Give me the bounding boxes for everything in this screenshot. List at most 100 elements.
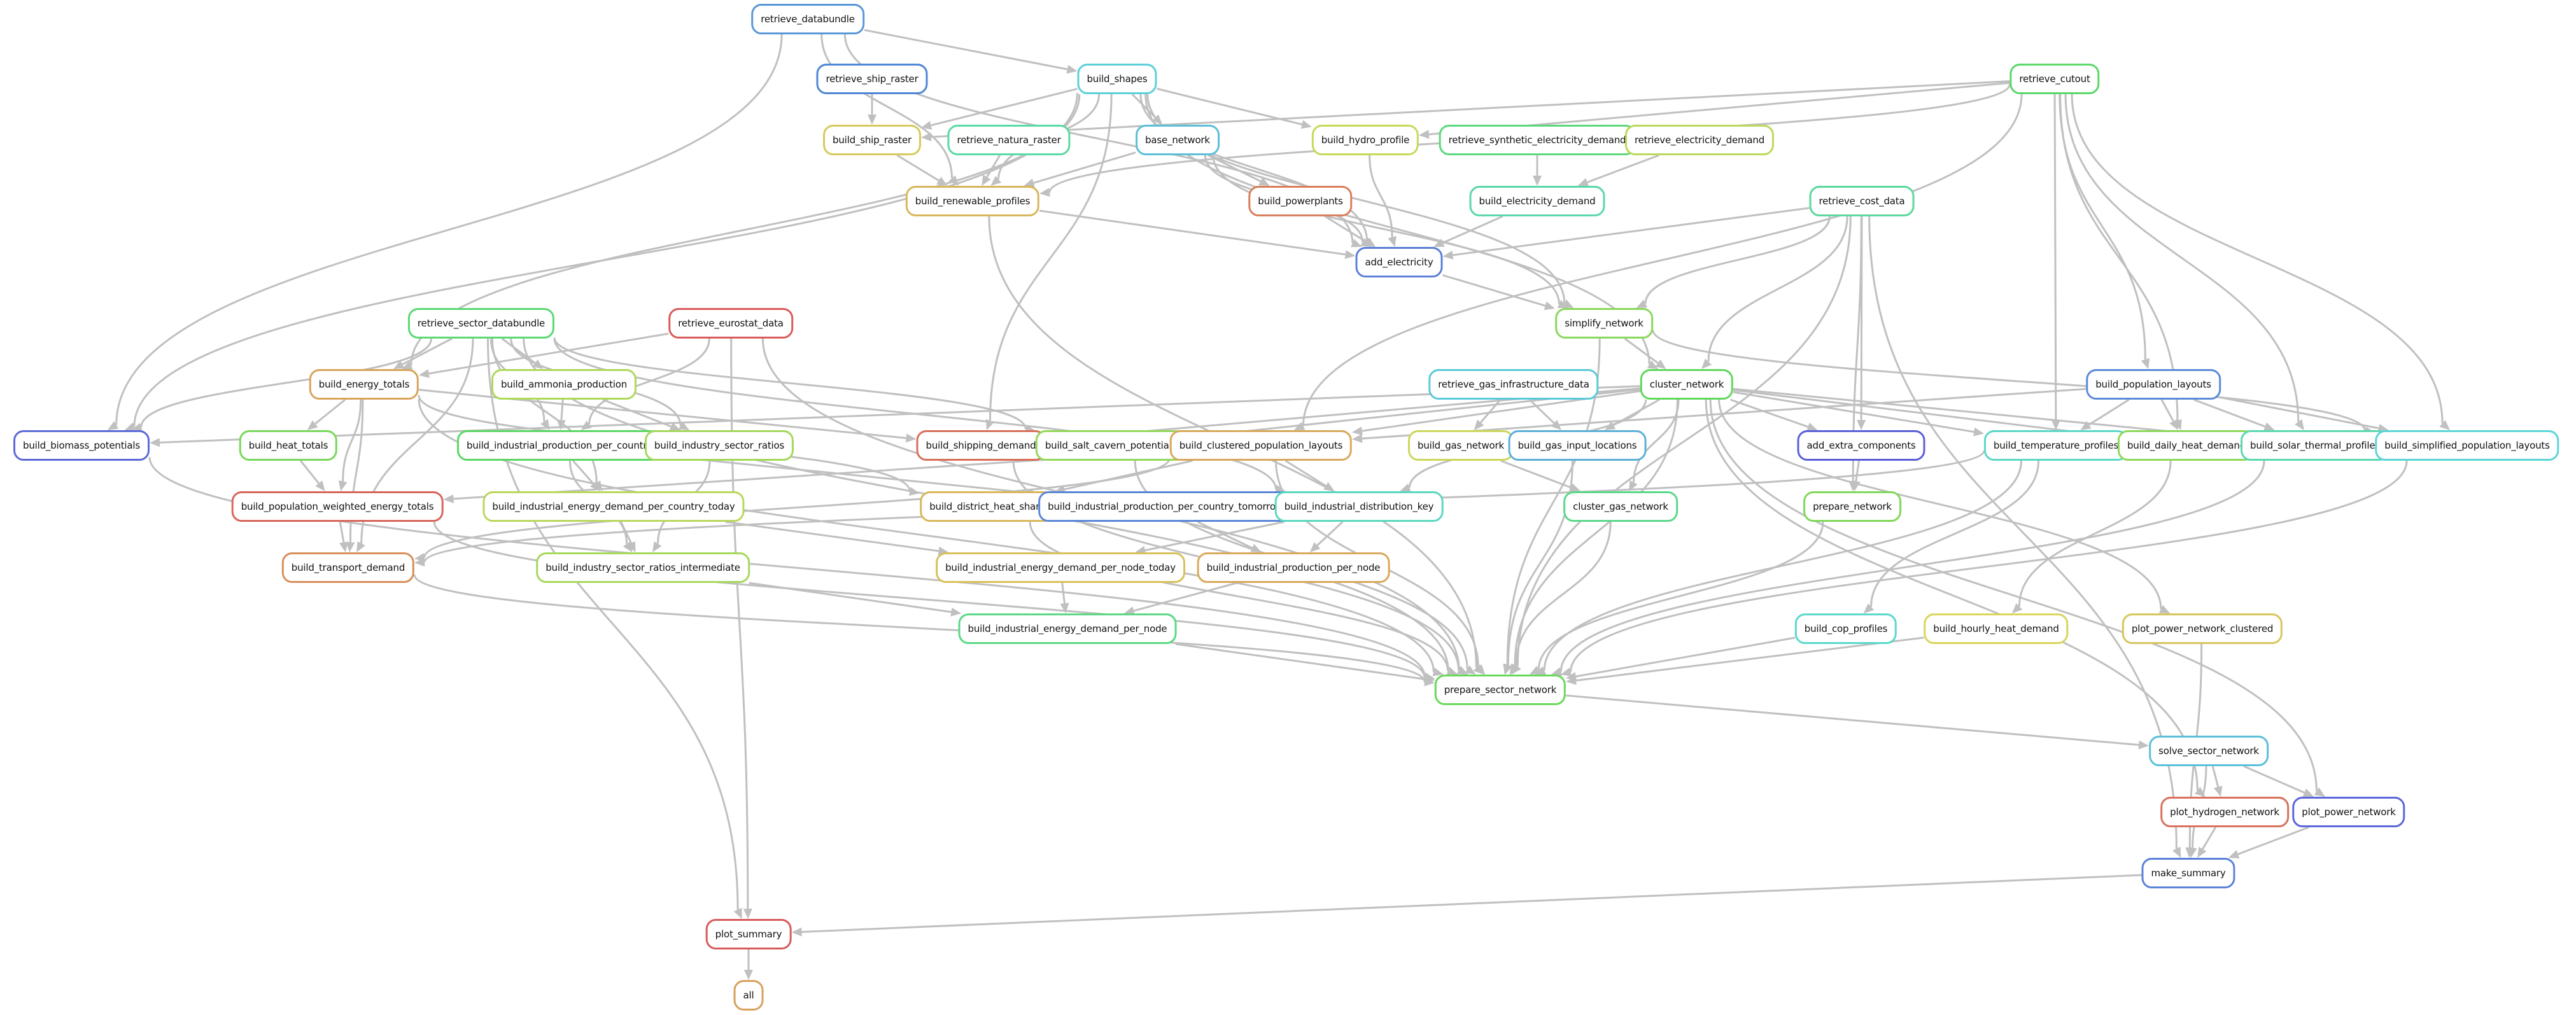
rule-node-solve-sector-network[interactable]: solve_sector_network	[2149, 736, 2269, 766]
rule-node-retrieve-synthetic-electricity-demand[interactable]: retrieve_synthetic_electricity_demand	[1439, 125, 1636, 155]
rule-node-label: build_shapes	[1087, 73, 1148, 85]
rule-node-build-biomass-potentials[interactable]: build_biomass_potentials	[13, 430, 150, 461]
rule-node-build-district-heat-share[interactable]: build_district_heat_share	[920, 491, 1055, 522]
rule-node-label: build_powerplants	[1258, 195, 1343, 207]
rule-node-retrieve-ship-raster[interactable]: retrieve_ship_raster	[816, 64, 928, 94]
rule-node-build-energy-totals[interactable]: build_energy_totals	[309, 369, 419, 400]
arrowhead-icon	[419, 369, 430, 378]
rule-node-cluster-gas-network[interactable]: cluster_gas_network	[1563, 491, 1678, 522]
rule-node-build-industrial-production-per-node[interactable]: build_industrial_production_per_node	[1197, 552, 1390, 583]
arrowhead-icon	[1533, 176, 1542, 186]
edge-add-extra-components-to-prepare-network	[1855, 460, 1860, 482]
arrowhead-icon	[338, 480, 348, 491]
rule-node-label: build_ammonia_production	[500, 379, 628, 390]
rule-node-build-gas-network[interactable]: build_gas_network	[1408, 430, 1514, 461]
rule-node-plot-summary[interactable]: plot_summary	[705, 919, 792, 949]
rule-node-build-gas-input-locations[interactable]: build_gas_input_locations	[1508, 430, 1647, 461]
edge-build-population-weighted-energy-totals-to-prepare-sector-network	[433, 521, 1426, 678]
rule-node-add-electricity[interactable]: add_electricity	[1355, 247, 1443, 277]
rule-node-all[interactable]: all	[733, 980, 764, 1011]
rule-node-build-temperature-profiles[interactable]: build_temperature_profiles	[1983, 430, 2129, 461]
rule-node-label: plot_summary	[715, 928, 782, 940]
rule-node-label: build_clustered_population_layouts	[1179, 440, 1343, 451]
rule-node-retrieve-eurostat-data[interactable]: retrieve_eurostat_data	[668, 308, 793, 339]
arrowhead-icon	[1973, 427, 1984, 437]
rule-node-base-network[interactable]: base_network	[1136, 125, 1220, 155]
rule-node-build-industrial-distribution-key[interactable]: build_industrial_distribution_key	[1274, 491, 1444, 522]
edge-build-population-layouts-to-build-daily-heat-demand	[2160, 399, 2174, 422]
rule-node-build-transport-demand[interactable]: build_transport_demand	[281, 552, 415, 583]
rule-node-build-daily-heat-demand[interactable]: build_daily_heat_demand	[2117, 430, 2256, 461]
rule-node-label: add_electricity	[1365, 256, 1433, 268]
rule-node-label: build_simplified_population_layouts	[2384, 440, 2550, 451]
rule-node-plot-power-network[interactable]: plot_power_network	[2292, 797, 2405, 827]
rule-node-build-hourly-heat-demand[interactable]: build_hourly_heat_demand	[1924, 613, 2069, 644]
rule-node-label: build_hydro_profile	[1321, 134, 1410, 146]
rule-node-build-population-weighted-energy-totals[interactable]: build_population_weighted_energy_totals	[231, 491, 444, 522]
rule-node-retrieve-gas-infrastructure-data[interactable]: retrieve_gas_infrastructure_data	[1428, 369, 1599, 400]
rule-node-label: add_extra_components	[1806, 440, 1916, 451]
rule-node-plot-power-network-clustered[interactable]: plot_power_network_clustered	[2122, 613, 2283, 644]
arrowhead-icon	[1352, 426, 1363, 436]
rule-node-build-shapes[interactable]: build_shapes	[1077, 64, 1157, 94]
rule-node-retrieve-sector-databundle[interactable]: retrieve_sector_databundle	[407, 308, 555, 339]
rule-node-build-powerplants[interactable]: build_powerplants	[1248, 186, 1353, 216]
rule-node-build-industrial-energy-demand-per-country-today[interactable]: build_industrial_energy_demand_per_count…	[482, 491, 745, 522]
arrowhead-icon	[1066, 65, 1078, 74]
rule-node-retrieve-natura-raster[interactable]: retrieve_natura_raster	[947, 125, 1071, 155]
edge-build-population-weighted-energy-totals-to-build-transport-demand	[339, 521, 345, 543]
arrowhead-icon	[2141, 358, 2150, 369]
rule-node-build-solar-thermal-profiles[interactable]: build_solar_thermal_profiles	[2241, 430, 2389, 461]
rule-node-make-summary[interactable]: make_summary	[2141, 858, 2235, 888]
rule-node-build-industrial-energy-demand-per-node[interactable]: build_industrial_energy_demand_per_node	[958, 613, 1177, 644]
rule-node-build-industry-sector-ratios[interactable]: build_industry_sector_ratios	[644, 430, 794, 461]
rule-node-build-hydro-profile[interactable]: build_hydro_profile	[1311, 125, 1419, 155]
rule-node-retrieve-cost-data[interactable]: retrieve_cost_data	[1809, 186, 1915, 216]
rule-node-build-population-layouts[interactable]: build_population_layouts	[2086, 369, 2221, 400]
rule-node-build-heat-totals[interactable]: build_heat_totals	[239, 430, 338, 461]
rule-node-build-salt-cavern-potentials[interactable]: build_salt_cavern_potentials	[1035, 430, 1186, 461]
rule-node-prepare-sector-network[interactable]: prepare_sector_network	[1434, 675, 1566, 705]
rule-node-build-industrial-production-per-country-tomorrow[interactable]: build_industrial_production_per_country_…	[1038, 491, 1293, 522]
arrowhead-icon	[2294, 419, 2304, 430]
rule-node-label: build_ship_raster	[833, 134, 911, 146]
rule-node-build-simplified-population-layouts[interactable]: build_simplified_population_layouts	[2375, 430, 2559, 461]
rule-node-build-shipping-demand[interactable]: build_shipping_demand	[916, 430, 1046, 461]
edge-build-industrial-production-per-country-to-build-industrial-production-per-country-tomorrow	[661, 454, 1029, 494]
edge-retrieve-sector-databundle-to-build-energy-totals	[402, 337, 453, 365]
rule-node-build-industry-sector-ratios-intermediate[interactable]: build_industry_sector_ratios_intermediat…	[536, 552, 750, 583]
rule-node-plot-hydrogen-network[interactable]: plot_hydrogen_network	[2160, 797, 2289, 827]
rule-node-label: build_heat_totals	[248, 440, 328, 451]
edge-prepare-sector-network-to-solve-sector-network	[1565, 694, 2139, 746]
rule-node-build-ammonia-production[interactable]: build_ammonia_production	[491, 369, 637, 400]
arrowhead-icon	[1300, 120, 1312, 129]
rule-node-cluster-network[interactable]: cluster_network	[1640, 369, 1734, 400]
rule-node-label: build_gas_input_locations	[1517, 440, 1637, 451]
arrowhead-icon	[1352, 434, 1363, 444]
rule-node-retrieve-cutout[interactable]: retrieve_cutout	[2009, 64, 2100, 94]
rule-node-build-industrial-production-per-country[interactable]: build_industrial_production_per_country	[456, 430, 663, 461]
rule-node-label: all	[743, 990, 754, 1001]
rule-node-simplify-network[interactable]: simplify_network	[1555, 308, 1653, 339]
rule-node-build-industrial-energy-demand-per-node-today[interactable]: build_industrial_energy_demand_per_node_…	[936, 552, 1185, 583]
rule-node-prepare-network[interactable]: prepare_network	[1803, 491, 1901, 522]
edge-simplify-network-to-cluster-network	[1624, 337, 1659, 364]
rule-node-add-extra-components[interactable]: add_extra_components	[1797, 430, 1925, 461]
rule-node-label: build_district_heat_share	[929, 501, 1045, 512]
rule-node-label: build_industry_sector_ratios_intermediat…	[545, 562, 740, 573]
rule-node-retrieve-electricity-demand[interactable]: retrieve_electricity_demand	[1624, 125, 1775, 155]
rule-node-label: build_energy_totals	[318, 379, 410, 390]
arrowhead-icon	[339, 542, 348, 552]
rule-node-build-ship-raster[interactable]: build_ship_raster	[823, 125, 921, 155]
arrowhead-icon	[2213, 785, 2223, 797]
arrowhead-icon	[150, 438, 160, 447]
rule-node-build-renewable-profiles[interactable]: build_renewable_profiles	[905, 186, 1040, 216]
arrowhead-icon	[1857, 419, 1866, 430]
rule-node-build-electricity-demand[interactable]: build_electricity_demand	[1469, 186, 1605, 216]
edge-build-daily-heat-demand-to-build-hourly-heat-demand	[2018, 460, 2172, 606]
rule-node-build-cop-profiles[interactable]: build_cop_profiles	[1794, 613, 1897, 644]
rule-node-build-clustered-population-layouts[interactable]: build_clustered_population_layouts	[1169, 430, 1353, 461]
rule-node-retrieve-databundle[interactable]: retrieve_databundle	[751, 4, 864, 34]
edge-build-industrial-energy-demand-per-country-today-to-build-industrial-energy-demand-per-node-today	[725, 521, 939, 552]
arrowhead-icon	[868, 115, 876, 125]
